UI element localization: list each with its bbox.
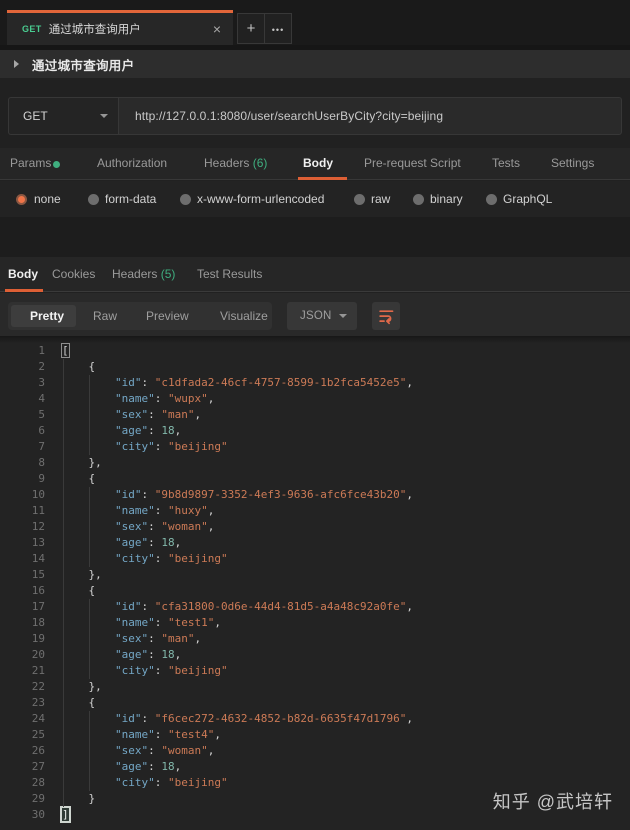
- radio-raw-label[interactable]: raw: [371, 192, 390, 206]
- code-line: 5 "sex": "man",: [38, 408, 202, 421]
- wrap-text-button[interactable]: [372, 302, 400, 330]
- code-line: 10 "id": "9b8d9897-3352-4ef3-9636-afc6fc…: [31, 488, 414, 501]
- section-divider-band: [0, 217, 630, 257]
- radio-form-data[interactable]: [88, 194, 99, 205]
- code-line: 23 {: [31, 696, 96, 709]
- radio-binary[interactable]: [413, 194, 424, 205]
- headers-count: (6): [252, 156, 268, 170]
- code-line: 13 "age": 18,: [31, 536, 182, 549]
- more-tabs-button[interactable]: •••: [264, 13, 292, 44]
- radio-x-www-form-urlencoded[interactable]: [180, 194, 191, 205]
- response-tabs: Body Cookies Headers (5) Test Results: [0, 257, 630, 292]
- tab-body[interactable]: Body: [303, 156, 333, 170]
- radio-form-data-label[interactable]: form-data: [105, 192, 156, 206]
- radio-graphql[interactable]: [486, 194, 497, 205]
- code-line: 17 "id": "cfa31800-0d6e-44d4-81d5-a4a48c…: [31, 600, 414, 613]
- code-line: 20 "age": 18,: [31, 648, 182, 661]
- active-tab-underline: [298, 177, 347, 180]
- code-line: 19 "sex": "man",: [31, 632, 202, 645]
- tab-method-badge: GET: [22, 24, 42, 34]
- method-select[interactable]: GET: [8, 97, 118, 135]
- request-tabs: Params Authorization Headers (6) Body Pr…: [0, 148, 630, 180]
- format-select[interactable]: JSON: [287, 302, 357, 330]
- request-name-row[interactable]: 通过城市查询用户: [0, 50, 630, 78]
- radio-x-www-form-urlencoded-label[interactable]: x-www-form-urlencoded: [197, 192, 324, 206]
- json-code: 1[ 2 { 3 "id": "c1dfada2-46cf-4757-8599-1b…: [0, 343, 630, 823]
- body-mode-row: none form-data x-www-form-urlencoded raw…: [0, 181, 630, 217]
- method-caret-icon: [100, 114, 108, 118]
- code-line: 3 "id": "c1dfada2-46cf-4757-8599-1b2fca5…: [38, 376, 414, 389]
- tab-close-icon[interactable]: ×: [213, 22, 221, 36]
- view-mode-pretty[interactable]: Pretty: [30, 309, 64, 323]
- radio-none-label[interactable]: none: [34, 192, 61, 206]
- tab-params[interactable]: Params: [10, 156, 51, 170]
- params-dot-icon: [53, 161, 60, 168]
- response-body-viewer[interactable]: 1[ 2 { 3 "id": "c1dfada2-46cf-4757-8599-1b…: [0, 336, 630, 830]
- radio-graphql-label[interactable]: GraphQL: [503, 192, 552, 206]
- tab-tests[interactable]: Tests: [492, 156, 520, 170]
- code-line: 8 },: [38, 456, 102, 469]
- code-line: 24 "id": "f6cec272-4632-4852-b82d-6635f4…: [31, 712, 414, 725]
- url-input[interactable]: http://127.0.0.1:8080/user/searchUserByC…: [118, 97, 622, 135]
- view-mode-raw[interactable]: Raw: [93, 309, 117, 323]
- response-tab-body[interactable]: Body: [8, 267, 38, 281]
- code-line: 9 {: [38, 472, 96, 485]
- code-line: 12 "sex": "woman",: [31, 520, 215, 533]
- code-line: 25 "name": "test4",: [31, 728, 221, 741]
- url-value: http://127.0.0.1:8080/user/searchUserByC…: [135, 109, 444, 123]
- radio-binary-label[interactable]: binary: [430, 192, 463, 206]
- method-value: GET: [23, 109, 48, 123]
- tab-authorization[interactable]: Authorization: [97, 156, 167, 170]
- code-line: 22 },: [31, 680, 102, 693]
- code-line: 6 "age": 18,: [38, 424, 182, 437]
- view-mode-group: Pretty Raw Preview Visualize: [8, 302, 272, 330]
- indent-guide: [88, 599, 90, 679]
- code-line: 16 {: [31, 584, 96, 597]
- code-line: 26 "sex": "woman",: [31, 744, 215, 757]
- tab-settings[interactable]: Settings: [551, 156, 594, 170]
- indent-guide: [62, 359, 64, 807]
- response-tab-cookies[interactable]: Cookies: [52, 267, 95, 281]
- code-line: 21 "city": "beijing": [31, 664, 228, 677]
- code-line: 27 "age": 18,: [31, 760, 182, 773]
- tab-headers[interactable]: Headers (6): [204, 156, 267, 170]
- collapse-caret-icon[interactable]: [14, 60, 19, 68]
- response-headers-count: (5): [160, 267, 176, 281]
- code-top-shadow: [0, 336, 630, 343]
- radio-raw[interactable]: [354, 194, 365, 205]
- indent-guide: [88, 711, 90, 791]
- code-line: 2 {: [38, 360, 96, 373]
- tab-bar: GET 通过城市查询用户 × + •••: [0, 0, 630, 45]
- indent-guide: [88, 487, 90, 567]
- request-name: 通过城市查询用户: [32, 58, 135, 73]
- response-tab-headers[interactable]: Headers (5): [112, 267, 175, 281]
- code-line: 11 "name": "huxy",: [31, 504, 215, 517]
- code-line: 1[: [38, 343, 70, 358]
- view-mode-visualize[interactable]: Visualize: [220, 309, 268, 323]
- watermark: 知乎 @武培轩: [492, 792, 613, 812]
- wrap-text-icon: [378, 309, 393, 324]
- format-value: JSON: [300, 310, 332, 322]
- code-line: 18 "name": "test1",: [31, 616, 221, 629]
- response-tab-test-results[interactable]: Test Results: [197, 267, 262, 281]
- code-line: 7 "city": "beijing": [38, 440, 228, 453]
- format-caret-icon: [339, 314, 347, 318]
- response-toolbar: Pretty Raw Preview Visualize JSON: [0, 293, 630, 336]
- new-tab-button[interactable]: +: [237, 13, 265, 44]
- tab-pre-request-script[interactable]: Pre-request Script: [364, 156, 461, 170]
- radio-none[interactable]: [16, 194, 27, 205]
- code-line: 4 "name": "wupx",: [38, 392, 215, 405]
- tab-title: 通过城市查询用户: [48, 24, 141, 36]
- request-tab[interactable]: GET 通过城市查询用户 ×: [7, 10, 233, 45]
- view-mode-preview[interactable]: Preview: [146, 309, 189, 323]
- code-line: 15 },: [31, 568, 102, 581]
- code-line: 14 "city": "beijing": [31, 552, 228, 565]
- indent-guide: [88, 375, 90, 455]
- response-active-tab-underline: [5, 289, 43, 292]
